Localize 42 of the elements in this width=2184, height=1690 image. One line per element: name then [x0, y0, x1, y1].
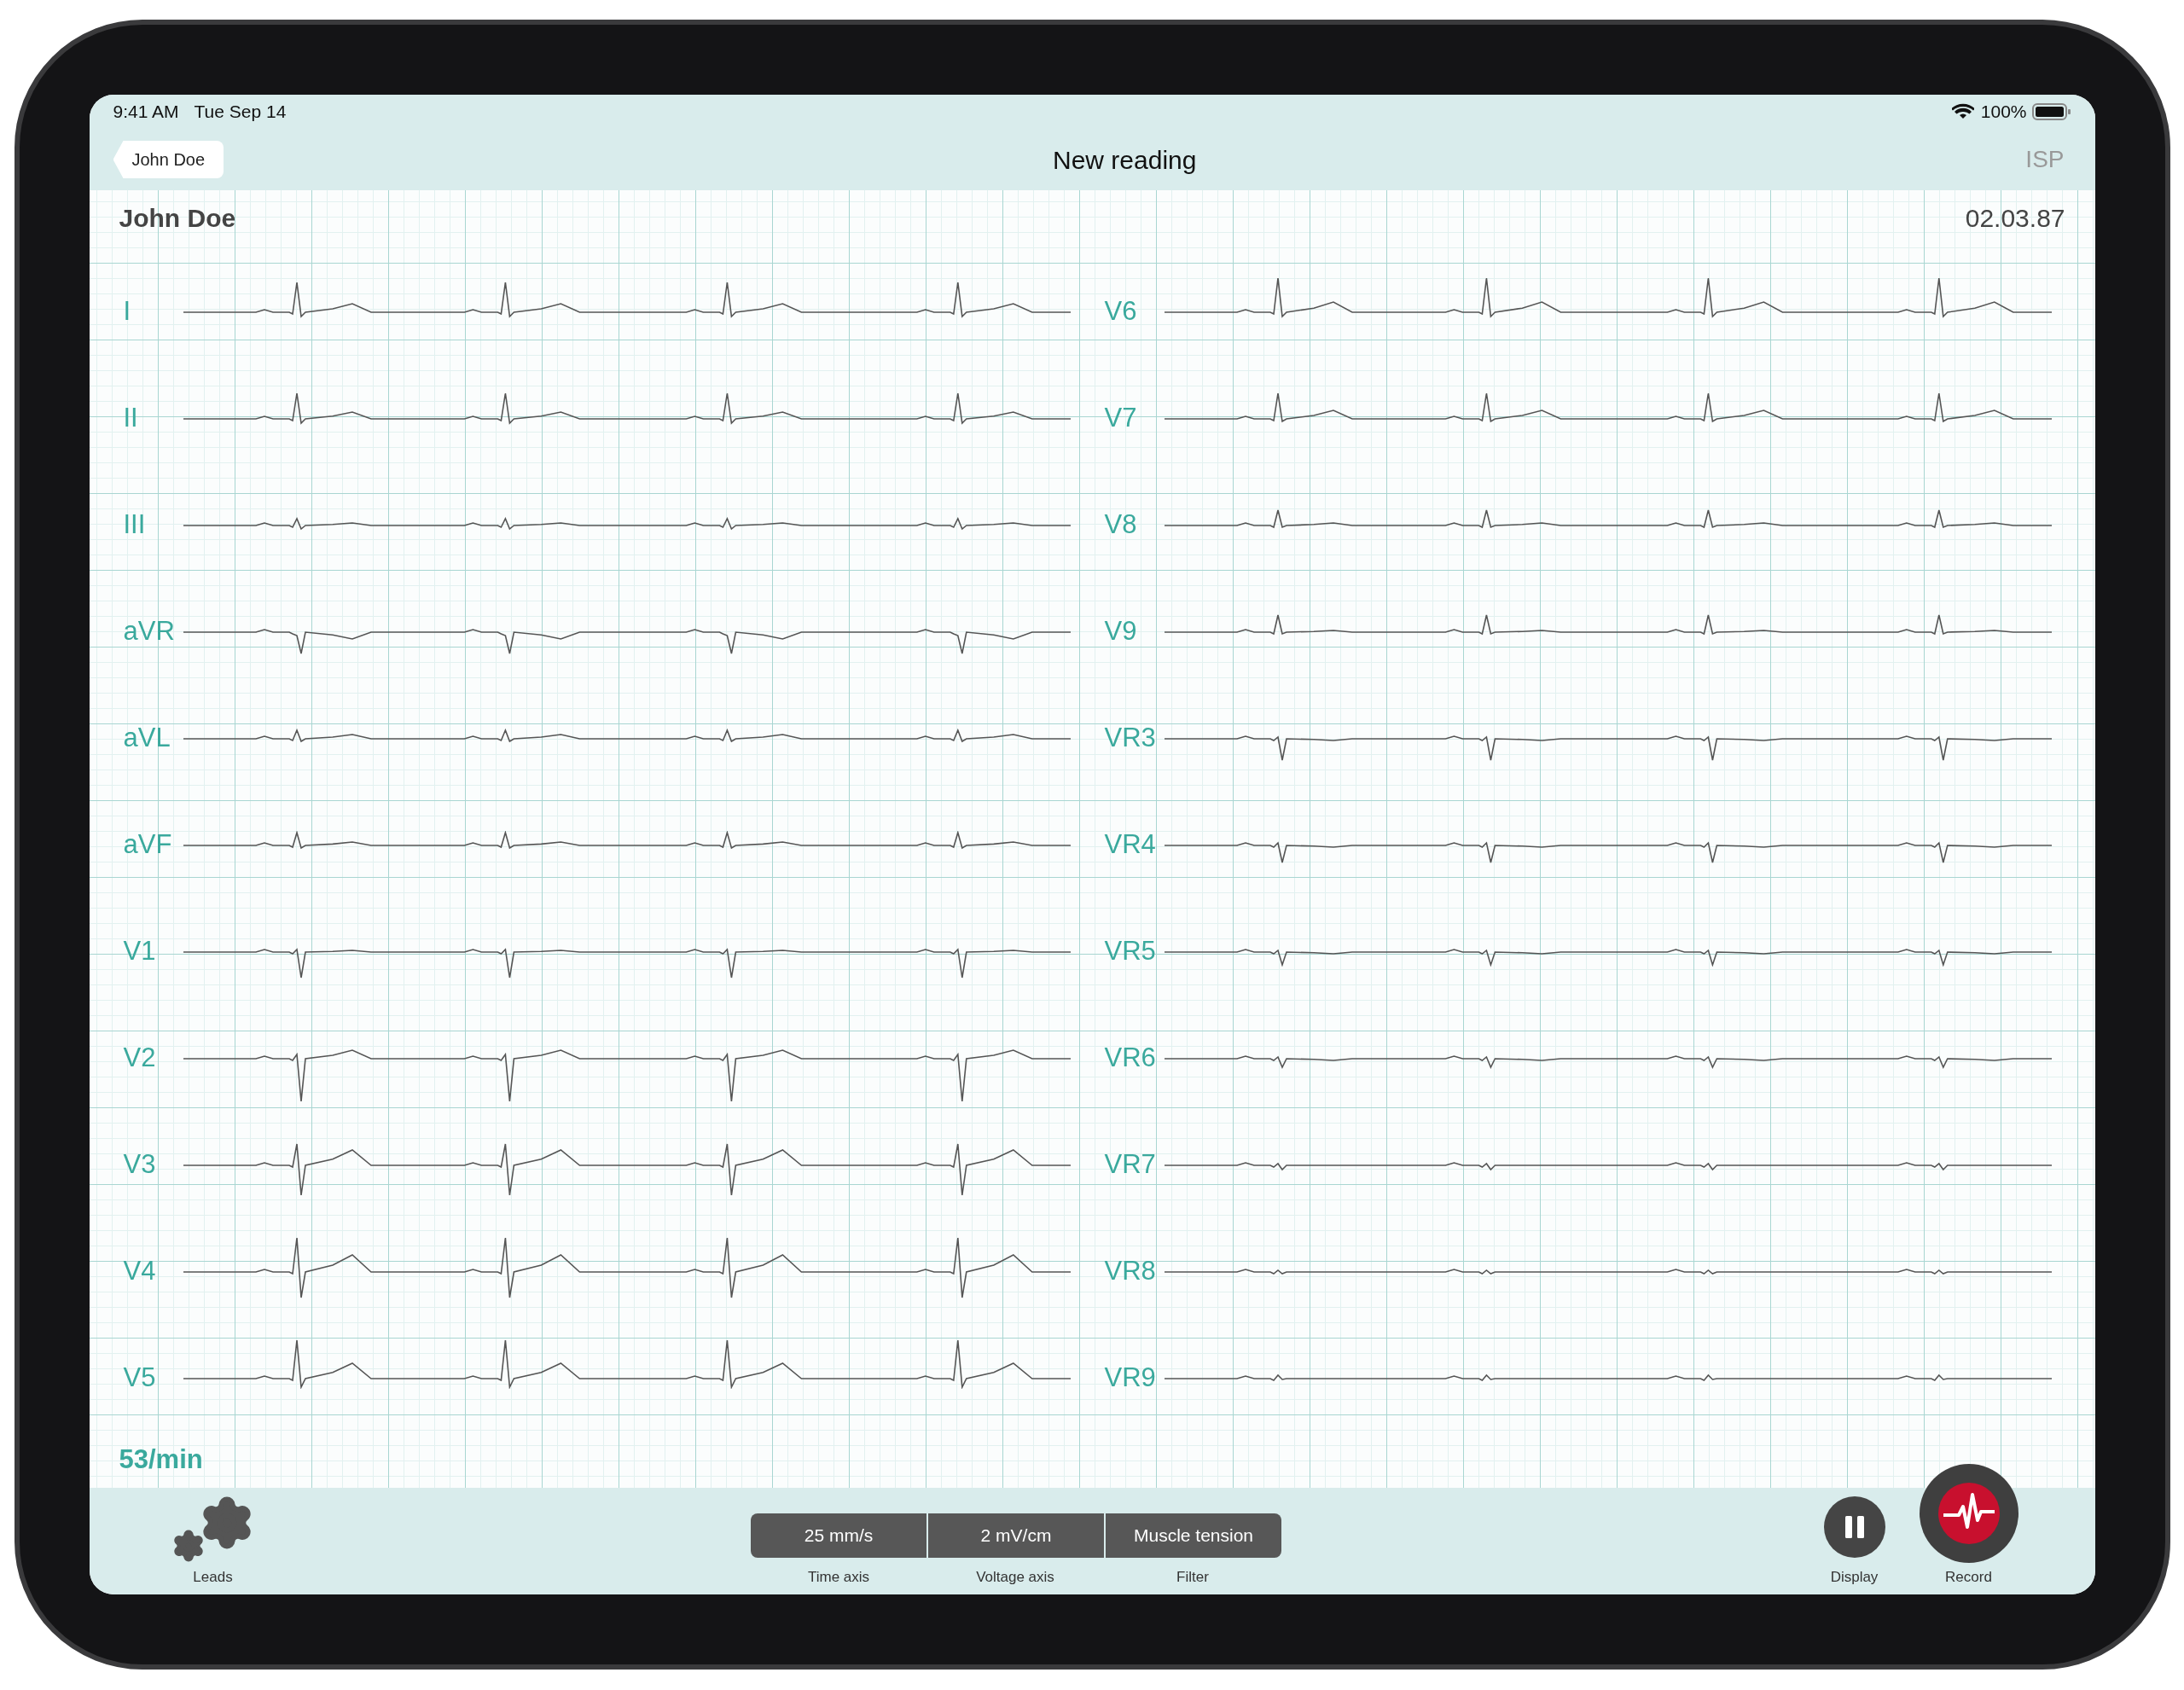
lead-label: VR7: [1103, 1148, 1157, 1182]
lead-label: III: [122, 508, 147, 542]
leads-button[interactable]: Leads: [166, 1498, 260, 1588]
patient-name: John Doe: [119, 203, 236, 234]
lead-label: V5: [122, 1362, 157, 1395]
heart-rate: 53/min: [119, 1443, 203, 1476]
display-button[interactable]: Display: [1823, 1495, 1885, 1588]
screen-title: New reading: [1052, 144, 1198, 176]
wifi-icon: [1951, 103, 1974, 120]
patient-birthdate: 02.03.87: [1965, 203, 2065, 234]
back-button[interactable]: John Doe: [113, 141, 224, 178]
lead-label: V7: [1103, 402, 1138, 435]
setting-label: Time axis: [807, 1567, 870, 1587]
lead-label: aVF: [122, 828, 173, 862]
lead-label: aVL: [122, 722, 171, 755]
lead-label: VR8: [1103, 1255, 1157, 1288]
lead-label: VR5: [1103, 935, 1157, 968]
lead-label: VR4: [1103, 828, 1157, 862]
battery-percent: 100%: [1980, 101, 2027, 124]
lead-label: VR3: [1103, 722, 1157, 755]
lead-label: II: [122, 402, 139, 435]
lead-label: VR9: [1103, 1362, 1157, 1395]
lead-label: V3: [122, 1148, 157, 1182]
status-date: Tue Sep 14: [194, 101, 287, 124]
battery-icon: [2031, 102, 2071, 121]
setting-button[interactable]: 25 mm/s: [751, 1513, 926, 1558]
lead-label: aVR: [122, 615, 176, 648]
setting-label: Voltage axis: [976, 1567, 1054, 1587]
lead-label: V4: [122, 1255, 157, 1288]
pause-icon: [1823, 1495, 1885, 1558]
lead-label: V1: [122, 935, 157, 968]
setting-label: Filter: [1176, 1567, 1209, 1587]
lead-label: V8: [1103, 508, 1138, 542]
record-button[interactable]: Record: [1919, 1463, 2018, 1588]
lead-label: VR6: [1103, 1042, 1157, 1075]
setting-button[interactable]: 2 mV/cm: [928, 1513, 1104, 1558]
lead-label: I: [122, 295, 132, 328]
lead-label: V6: [1103, 295, 1138, 328]
status-time: 9:41 AM: [113, 101, 179, 124]
setting-button[interactable]: Muscle tension: [1106, 1513, 1281, 1558]
lead-label: V9: [1103, 615, 1138, 648]
lead-label: V2: [122, 1042, 157, 1075]
